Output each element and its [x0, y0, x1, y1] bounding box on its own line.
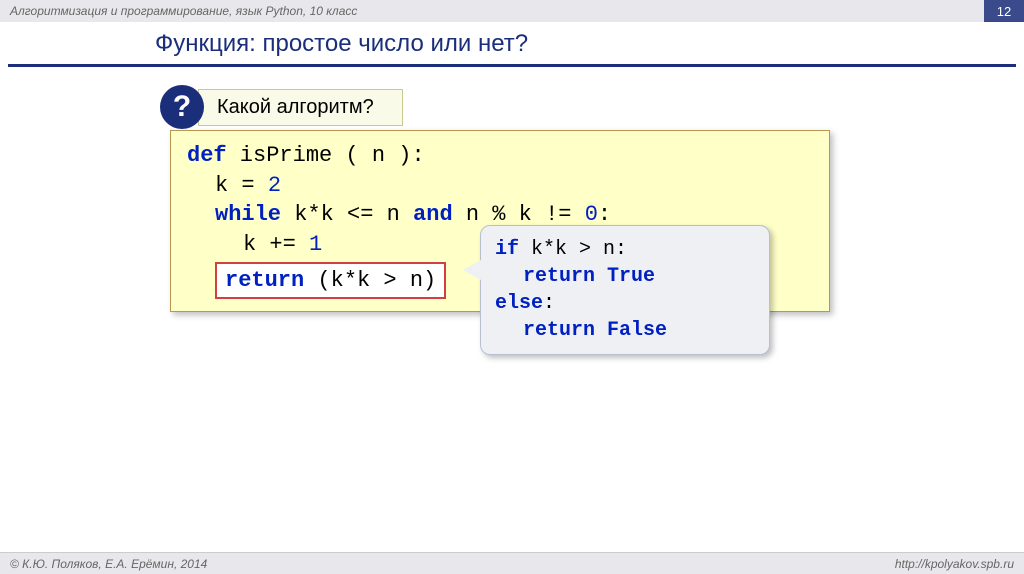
- keyword-while: while: [215, 202, 281, 227]
- code-line-1: def isPrime ( n ):: [187, 141, 813, 171]
- copyright: © К.Ю. Поляков, Е.А. Ерёмин, 2014: [10, 557, 207, 571]
- question-mark-icon: ?: [160, 85, 204, 129]
- question-label: Какой алгоритм?: [198, 89, 403, 126]
- code-line-2: k = 2: [187, 171, 813, 201]
- callout-line-3: else:: [495, 290, 755, 317]
- keyword-def: def: [187, 143, 227, 168]
- callout-line-2: return True: [495, 263, 755, 290]
- title-underline: [8, 64, 1016, 67]
- keyword-else: else: [495, 292, 543, 315]
- keyword-and: and: [413, 202, 453, 227]
- footer-url: http://kpolyakov.spb.ru: [895, 557, 1014, 571]
- keyword-return: return: [225, 268, 304, 293]
- return-highlight-box: return (k*k > n): [215, 262, 446, 300]
- keyword-if: if: [495, 238, 519, 261]
- callout-line-1: if k*k > n:: [495, 236, 755, 263]
- title-area: Функция: простое число или нет?: [0, 22, 1024, 62]
- question-row: ? Какой алгоритм?: [160, 85, 1024, 129]
- callout-box: if k*k > n: return True else: return Fal…: [480, 225, 770, 355]
- footer-bar: © К.Ю. Поляков, Е.А. Ерёмин, 2014 http:/…: [0, 552, 1024, 574]
- slide-title: Функция: простое число или нет?: [155, 30, 1024, 58]
- course-label: Алгоритмизация и программирование, язык …: [10, 4, 357, 18]
- page-number: 12: [984, 0, 1024, 22]
- header-bar: Алгоритмизация и программирование, язык …: [0, 0, 1024, 22]
- callout-line-4: return False: [495, 317, 755, 344]
